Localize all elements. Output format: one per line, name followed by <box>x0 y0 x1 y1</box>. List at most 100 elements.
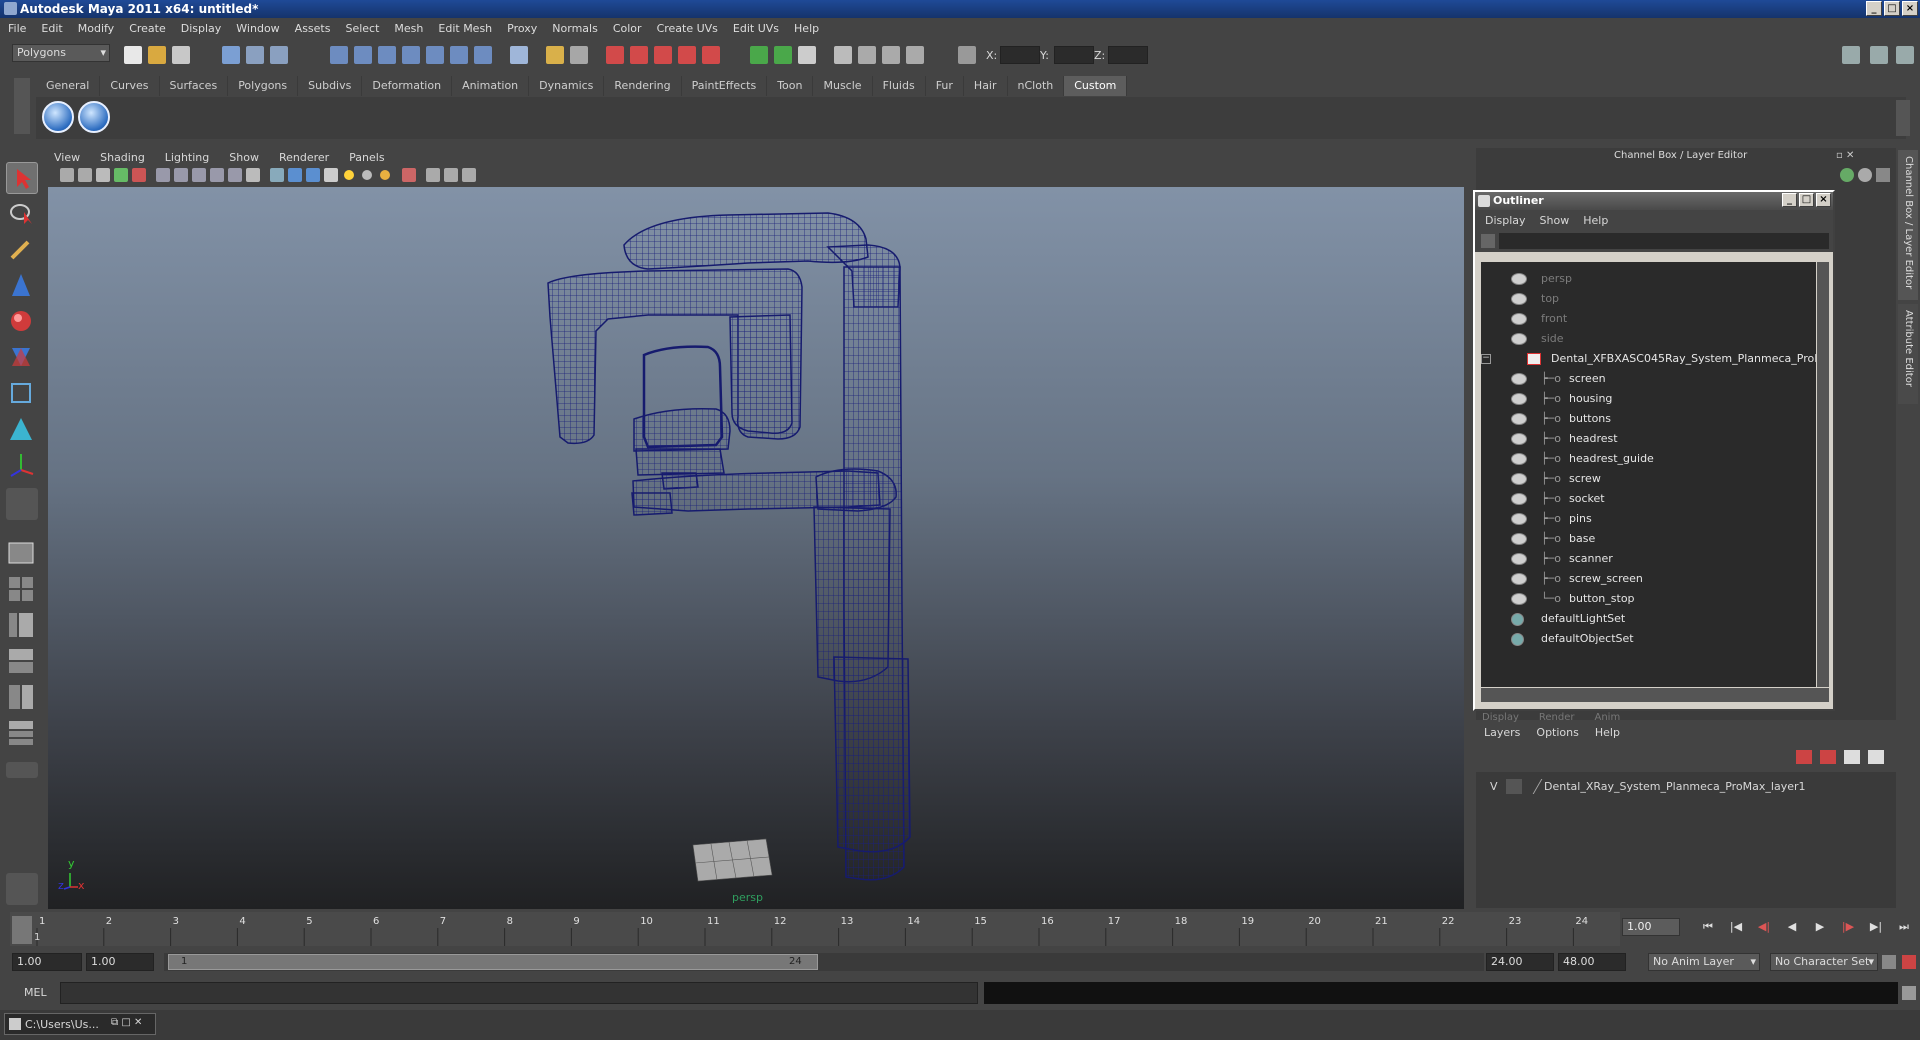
current-time-indicator[interactable] <box>12 916 32 944</box>
menu-edit[interactable]: Edit <box>41 22 62 35</box>
menu-window[interactable]: Window <box>236 22 279 35</box>
step-forward-frame-icon[interactable]: |▶ <box>1838 920 1858 936</box>
panel-window-controls[interactable]: ▫ ✕ <box>1836 148 1876 162</box>
snap-curve-icon[interactable] <box>354 46 372 64</box>
channel-box-icon[interactable] <box>1840 168 1854 182</box>
safe-action-icon[interactable] <box>228 168 242 182</box>
step-forward-key-icon[interactable]: ▶| <box>1866 920 1886 936</box>
collapse-icon[interactable]: − <box>1481 354 1491 364</box>
single-perspective-layout-icon[interactable] <box>6 538 38 570</box>
side-tab-channel-box[interactable]: Channel Box / Layer Editor <box>1898 150 1918 300</box>
maximize-button[interactable]: □ <box>1884 1 1900 16</box>
gate-mask-icon[interactable] <box>192 168 206 182</box>
lasso-tool-icon[interactable] <box>6 198 38 230</box>
show-manipulator-icon[interactable] <box>6 450 38 482</box>
outliner-item-housing[interactable]: ┝─o housing <box>1481 390 1811 408</box>
dental-xray-wireframe-model[interactable] <box>48 187 1464 909</box>
camera-attributes-icon[interactable] <box>78 168 92 182</box>
outliner-item-pins[interactable]: ┝─o pins <box>1481 510 1811 528</box>
shelf-tab-fluids[interactable]: Fluids <box>873 76 926 96</box>
outliner-item-buttons[interactable]: ┝─o buttons <box>1481 410 1811 428</box>
outliner-item-screen[interactable]: ┝─o screen <box>1481 370 1811 388</box>
select-camera-icon[interactable] <box>60 168 74 182</box>
select-tool-icon[interactable] <box>6 162 38 194</box>
outliner-title-bar[interactable]: Outliner _ □ × <box>1475 192 1833 210</box>
paint-select-tool-icon[interactable] <box>6 234 38 266</box>
layer-tab-display[interactable]: Display <box>1482 712 1519 723</box>
script-editor-icon[interactable] <box>1902 986 1916 1000</box>
outliner-maximize-button[interactable]: □ <box>1799 193 1814 207</box>
persp-graph-layout-icon[interactable] <box>6 646 38 678</box>
shaded-toggle-icon[interactable] <box>882 46 900 64</box>
menu-mesh[interactable]: Mesh <box>394 22 423 35</box>
new-layer-selected-icon[interactable] <box>1820 750 1836 764</box>
show-tool-settings-icon[interactable] <box>1870 46 1888 64</box>
minimized-window-item[interactable]: C:\Users\Us... ⧉ □ ✕ <box>4 1013 156 1035</box>
select-highlight-icon[interactable] <box>570 46 588 64</box>
save-scene-icon[interactable] <box>172 46 190 64</box>
layer-color-swatch[interactable] <box>1521 779 1543 794</box>
playback-start-field[interactable]: 1.00 <box>86 953 154 971</box>
channel-box-settings-icon[interactable] <box>1876 168 1890 182</box>
go-to-start-icon[interactable]: ⏮ <box>1698 920 1718 936</box>
menu-create[interactable]: Create <box>129 22 166 35</box>
default-lighting-icon[interactable] <box>344 170 354 180</box>
wireframe-on-shaded-icon[interactable] <box>306 168 320 182</box>
outliner-item-scanner[interactable]: ┝─o scanner <box>1481 550 1811 568</box>
custom-shelf-button-check-icon[interactable] <box>42 101 74 133</box>
image-plane-icon[interactable] <box>114 168 128 182</box>
show-attribute-editor-icon[interactable] <box>1842 46 1860 64</box>
safe-title-icon[interactable] <box>246 168 260 182</box>
menu-edit-mesh[interactable]: Edit Mesh <box>438 22 492 35</box>
layer-menu-help[interactable]: Help <box>1595 726 1620 739</box>
menu-modify[interactable]: Modify <box>78 22 114 35</box>
outliner-menu-show[interactable]: Show <box>1540 214 1570 227</box>
range-slider-handle[interactable]: 1 24 <box>168 954 818 970</box>
menu-color[interactable]: Color <box>613 22 642 35</box>
close-button[interactable]: × <box>1902 1 1918 16</box>
outliner-search-input[interactable] <box>1499 233 1829 249</box>
snapshot-icon[interactable] <box>834 46 852 64</box>
outliner-item-screw[interactable]: ┝─o screw <box>1481 470 1811 488</box>
layer-menu-options[interactable]: Options <box>1536 726 1578 739</box>
shelf-tab-custom[interactable]: Custom <box>1064 76 1128 96</box>
smooth-shade-icon[interactable] <box>288 168 302 182</box>
shelf-tab-subdivs[interactable]: Subdivs <box>298 76 363 96</box>
ipr-render-icon[interactable] <box>630 46 648 64</box>
y-value-field[interactable] <box>1054 46 1094 64</box>
shelf-tab-fur[interactable]: Fur <box>926 76 964 96</box>
layer-menu-layers[interactable]: Layers <box>1484 726 1520 739</box>
menu-set-dropdown[interactable]: Polygons ▾ <box>12 44 110 62</box>
bookmarks-icon[interactable] <box>96 168 110 182</box>
make-live-icon[interactable] <box>426 46 444 64</box>
animation-end-field[interactable]: 48.00 <box>1558 953 1626 971</box>
shelf-tab-dynamics[interactable]: Dynamics <box>529 76 605 96</box>
outliner-item-screw-screen[interactable]: ┝─o screw_screen <box>1481 570 1811 588</box>
textured-icon[interactable] <box>324 168 338 182</box>
snap-grid-icon[interactable] <box>330 46 348 64</box>
x-value-field[interactable] <box>1000 46 1040 64</box>
outliner-item-headrest[interactable]: ┝─o headrest <box>1481 430 1811 448</box>
snap-point-icon[interactable] <box>378 46 396 64</box>
layer-visibility-toggle[interactable]: V <box>1490 780 1498 793</box>
viewport-menu-lighting[interactable]: Lighting <box>165 151 209 164</box>
resolution-gate-icon[interactable] <box>174 168 188 182</box>
input-output-icon[interactable] <box>474 46 492 64</box>
step-back-key-icon[interactable]: |◀ <box>1726 920 1746 936</box>
animation-start-field[interactable]: 1.00 <box>12 953 82 971</box>
layer-template-toggle[interactable] <box>1506 779 1522 794</box>
isolate-select-icon[interactable] <box>402 168 416 182</box>
frame-all-icon[interactable] <box>750 46 768 64</box>
shelf-tab-painteffects[interactable]: PaintEffects <box>682 76 768 96</box>
layout-icon[interactable] <box>798 46 816 64</box>
layer-row[interactable]: V Dental_XRay_System_Planmeca_ProMax_lay… <box>1480 778 1892 796</box>
outliner-item-default-object-set[interactable]: defaultObjectSet <box>1481 630 1811 648</box>
layer-tab-render[interactable]: Render <box>1539 712 1575 723</box>
create-layer-from-selected-icon[interactable] <box>1868 750 1884 764</box>
persp-outliner-layout-icon[interactable] <box>6 610 38 642</box>
frame-selected-icon[interactable] <box>774 46 792 64</box>
shelf-tab-surfaces[interactable]: Surfaces <box>160 76 229 96</box>
hud-icon[interactable] <box>462 168 476 182</box>
step-back-frame-icon[interactable]: ◀| <box>1754 920 1774 936</box>
command-input[interactable] <box>60 982 978 1004</box>
